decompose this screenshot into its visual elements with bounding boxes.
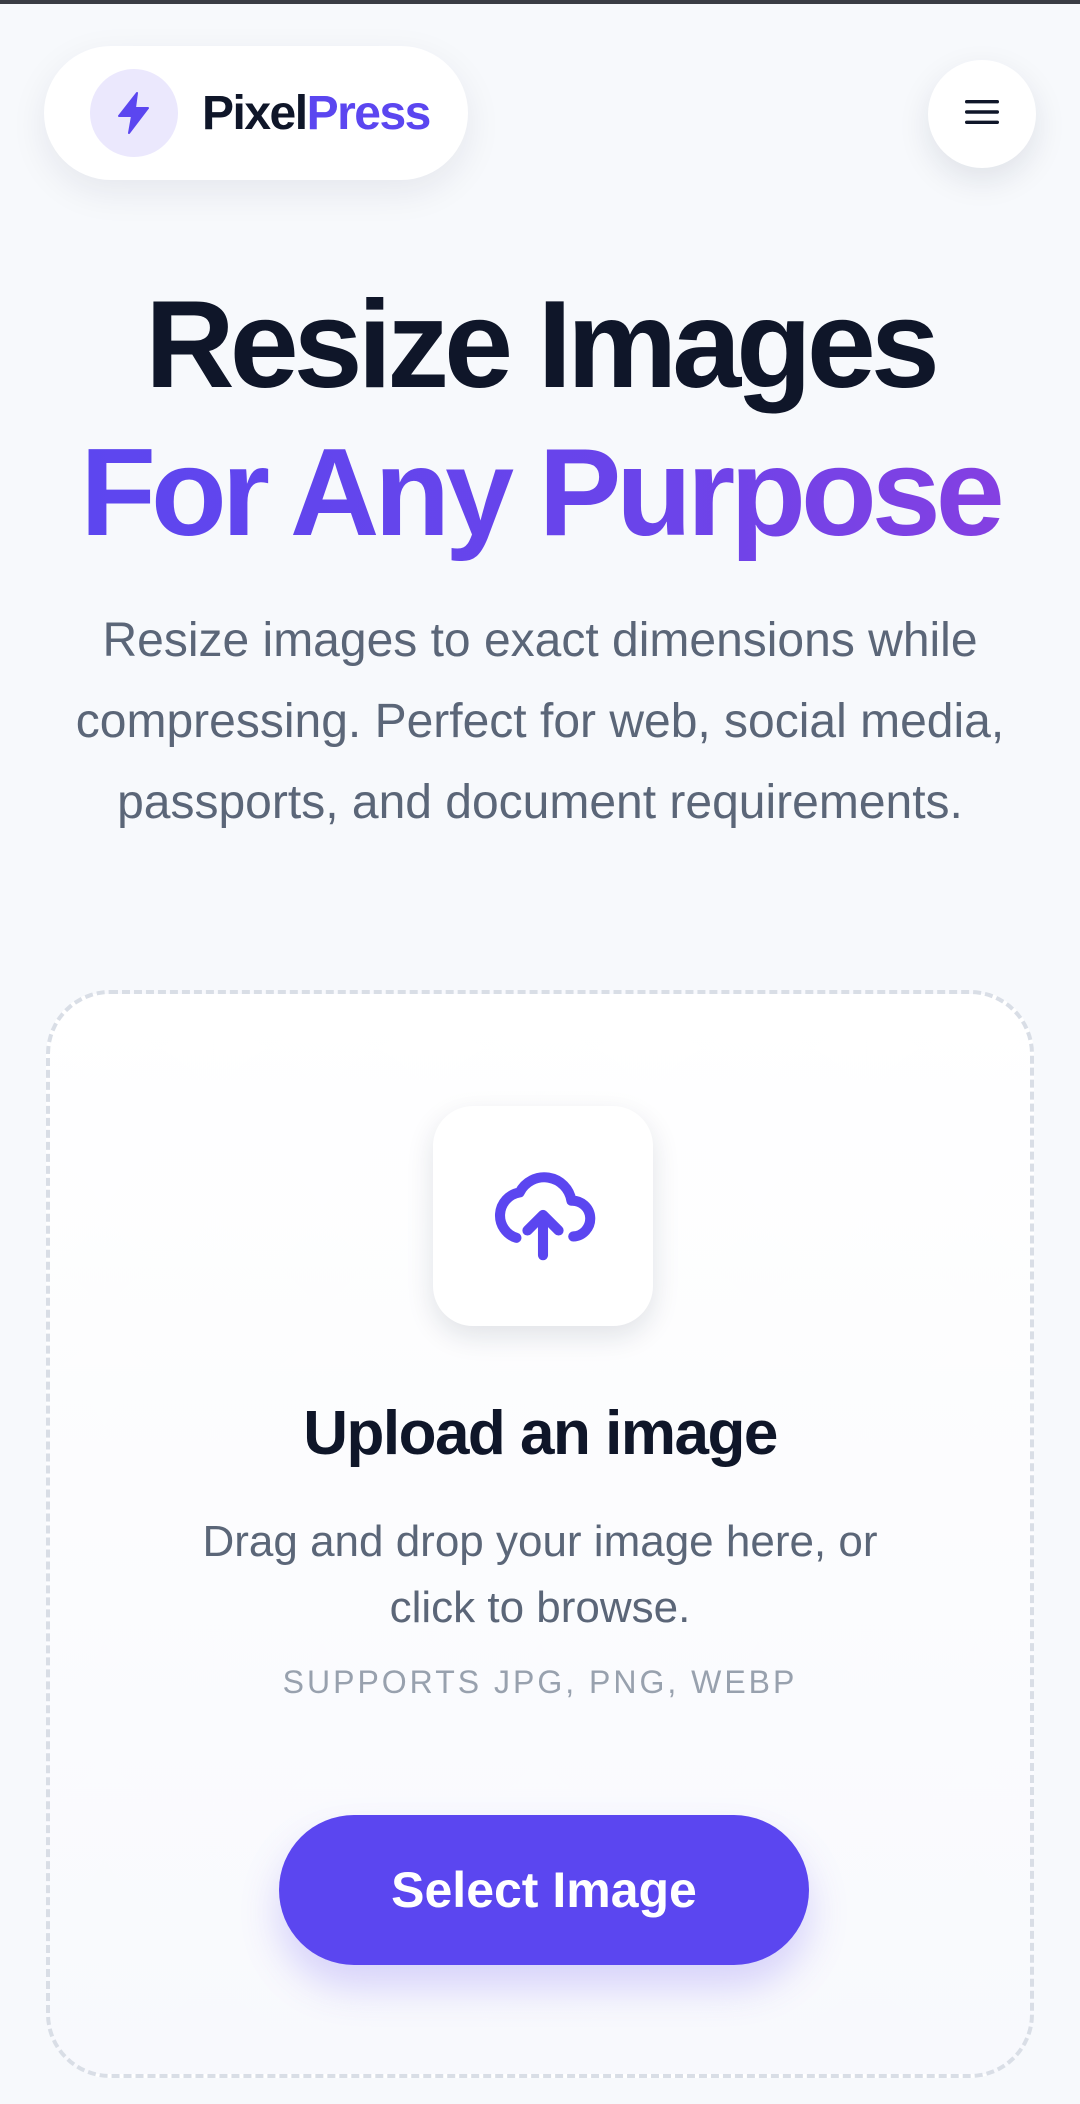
upload-title: Upload an image (303, 1399, 778, 1468)
hero-title-line1: Resize Images (145, 276, 940, 414)
brand-name-part1: Pixel (202, 86, 308, 140)
hero-title-line2: For Any Purpose (0, 420, 1080, 566)
supported-formats: SUPPORTS JPG, PNG, WEBP (282, 1664, 798, 1700)
cloud-upload-icon (488, 1159, 598, 1274)
lightning-bolt-icon (90, 69, 178, 157)
brand-name: PixelPress (202, 86, 432, 141)
hero-heading: Resize Images For Any Purpose (0, 270, 1080, 566)
brand-logo[interactable]: PixelPress (44, 46, 468, 180)
select-image-button[interactable]: Select Image (279, 1815, 809, 1965)
upload-icon-tile (433, 1106, 653, 1326)
hero-subtitle: Resize images to exact dimensions while … (75, 614, 1005, 829)
upload-description: Drag and drop your image here, or click … (202, 1517, 878, 1632)
menu-button[interactable] (928, 60, 1036, 168)
brand-name-part2: Press (306, 86, 432, 140)
upload-dropzone[interactable]: Upload an image Drag and drop your image… (46, 990, 1034, 2078)
top-edge-line (0, 0, 1080, 4)
hamburger-menu-icon (965, 98, 999, 131)
